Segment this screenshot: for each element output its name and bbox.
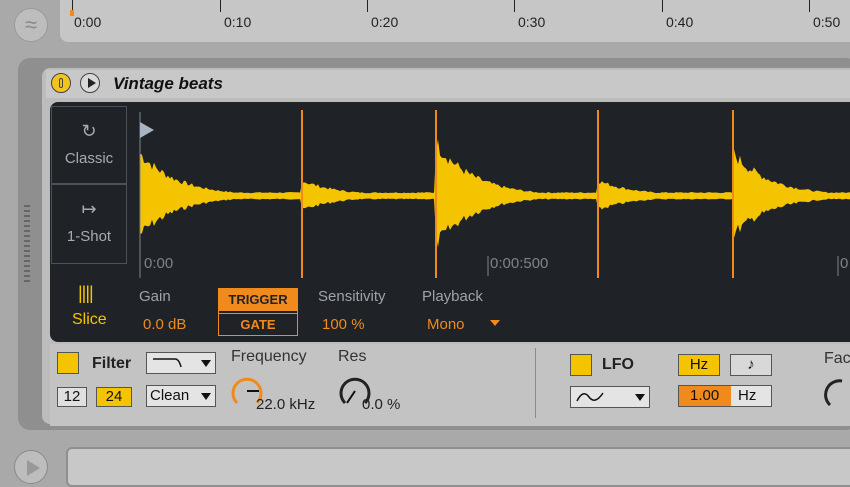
gate-button[interactable]: GATE bbox=[219, 313, 297, 335]
tick-label: 0:30 bbox=[518, 14, 546, 30]
loop-icon: ↻ bbox=[81, 121, 97, 141]
note-icon: ♪ bbox=[747, 356, 755, 373]
arrow-to-bar-icon: ↦ bbox=[81, 199, 97, 219]
time-label: 0:00:500 bbox=[490, 255, 548, 272]
filter-toggle[interactable] bbox=[57, 352, 79, 374]
time-label: 0 bbox=[840, 255, 848, 272]
sine-wave-icon bbox=[576, 392, 604, 402]
sensitivity-label: Sensitivity bbox=[318, 288, 386, 305]
gain-label: Gain bbox=[139, 288, 171, 305]
timeline-ruler[interactable]: 0:00 0:10 0:20 0:30 0:40 0:50 bbox=[70, 0, 850, 30]
next-track-strip[interactable] bbox=[66, 447, 850, 487]
filter-label: Filter bbox=[92, 355, 132, 372]
time-label: 0:00 bbox=[144, 255, 173, 272]
slope-12-button[interactable]: 12 bbox=[57, 387, 87, 407]
lfo-label: LFO bbox=[602, 356, 634, 373]
mode-label: 1-Shot bbox=[66, 228, 112, 245]
lfo-rate-unit: Hz bbox=[738, 387, 757, 404]
filter-type-dropdown[interactable] bbox=[146, 352, 216, 374]
chevron-down-icon bbox=[201, 360, 211, 367]
tick bbox=[514, 0, 515, 12]
lfo-toggle[interactable] bbox=[570, 354, 592, 376]
waveform bbox=[140, 139, 850, 248]
chevron-down-icon bbox=[201, 393, 211, 400]
chevron-down-icon bbox=[635, 394, 645, 401]
mode-slice-button[interactable]: Slice bbox=[72, 311, 107, 329]
filter-circuit-dropdown[interactable]: Clean bbox=[146, 385, 216, 407]
frequency-label: Frequency bbox=[231, 348, 307, 365]
tick bbox=[220, 0, 221, 12]
lfo-sync-button[interactable]: ♪ bbox=[730, 354, 772, 376]
chevron-down-icon[interactable] bbox=[490, 320, 500, 326]
tick bbox=[809, 0, 810, 12]
slice-bars-icon[interactable]: |||| bbox=[78, 283, 94, 304]
tick bbox=[367, 0, 368, 12]
partial-label: Fac bbox=[824, 350, 850, 367]
gain-value[interactable]: 0.0 dB bbox=[143, 316, 186, 333]
section-divider bbox=[535, 348, 536, 418]
lfo-rate-value: 1.00 bbox=[690, 387, 720, 404]
playback-value[interactable]: Mono bbox=[427, 316, 465, 333]
lfo-waveform-dropdown[interactable] bbox=[570, 386, 650, 408]
tick-label: 0:10 bbox=[224, 14, 252, 30]
filter-circuit-value: Clean bbox=[150, 387, 190, 404]
lowpass-curve-icon bbox=[153, 358, 182, 368]
start-marker-icon[interactable] bbox=[140, 122, 154, 138]
trigger-button[interactable]: TRIGGER bbox=[219, 289, 297, 311]
partial-knob[interactable] bbox=[822, 375, 850, 411]
preview-play-button[interactable] bbox=[80, 73, 100, 93]
slope-24-button[interactable]: 24 bbox=[96, 387, 132, 407]
bottom-play-button[interactable] bbox=[14, 450, 48, 484]
tick-label: 0:20 bbox=[371, 14, 399, 30]
device-power-button[interactable] bbox=[51, 73, 71, 93]
tick-label: 0:00 bbox=[74, 14, 102, 30]
tick bbox=[662, 0, 663, 12]
warp-icon[interactable]: ≈ bbox=[14, 8, 48, 42]
res-label: Res bbox=[338, 348, 367, 365]
playback-label: Playback bbox=[422, 288, 483, 305]
tick-label: 0:50 bbox=[813, 14, 841, 30]
mode-label: Classic bbox=[64, 150, 114, 167]
lfo-hz-button[interactable]: Hz bbox=[678, 354, 720, 376]
mode-classic-button[interactable]: ↻ Classic bbox=[51, 106, 127, 184]
resize-grip[interactable] bbox=[24, 205, 30, 285]
res-value: 0.0 % bbox=[362, 396, 401, 413]
waveform-view[interactable]: 0:00 0:00:500 0 bbox=[136, 108, 850, 278]
tick-label: 0:40 bbox=[666, 14, 694, 30]
frequency-value: 22.0 kHz bbox=[256, 396, 316, 413]
playhead-marker[interactable] bbox=[70, 10, 74, 16]
device-title: Vintage beats bbox=[113, 74, 223, 93]
mode-oneshot-button[interactable]: ↦ 1-Shot bbox=[51, 184, 127, 264]
sensitivity-value[interactable]: 100 % bbox=[322, 316, 365, 333]
